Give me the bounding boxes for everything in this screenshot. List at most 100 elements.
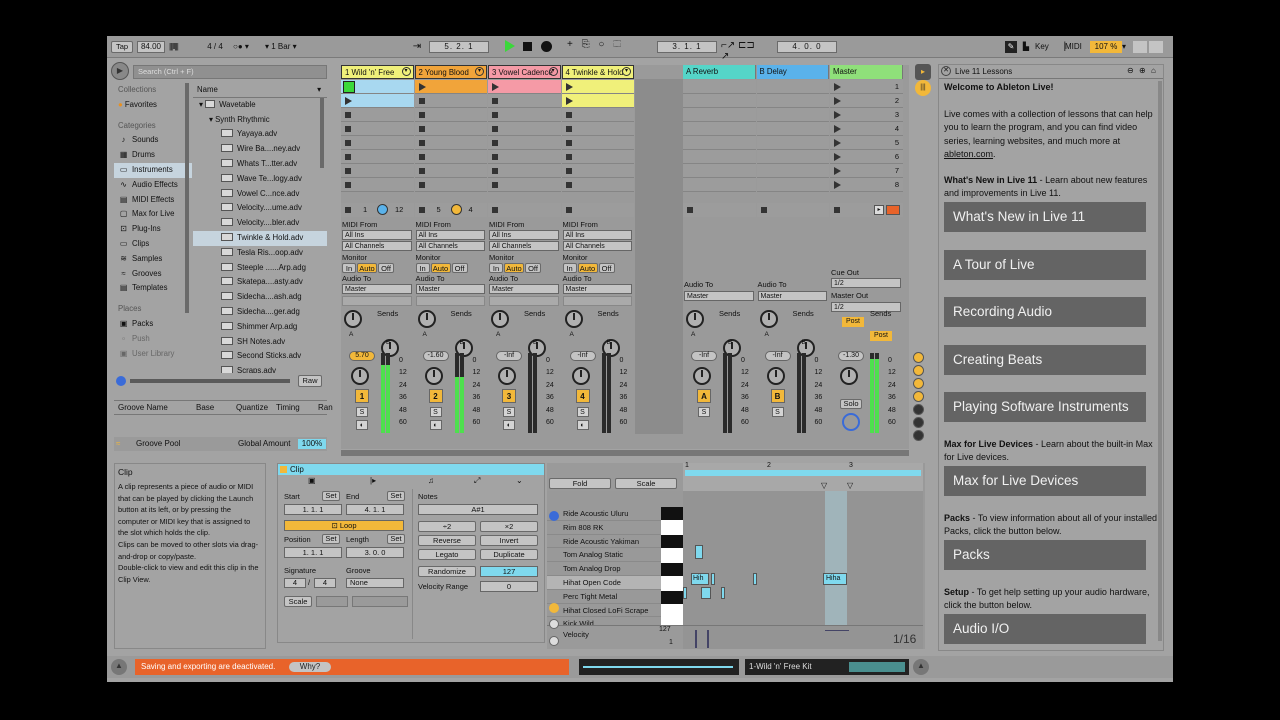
preview-icon[interactable]: [116, 376, 126, 386]
sidebar-item-max-for-live[interactable]: ▢ Max for Live: [114, 207, 192, 222]
track-header[interactable]: 1 Wild 'n' Free ▾: [341, 65, 414, 79]
scale-root-select[interactable]: [316, 596, 348, 607]
clip-tab-icon[interactable]: ▣: [308, 476, 316, 485]
clip-stop-icon[interactable]: [345, 112, 351, 118]
session-horizontal-scrollbar[interactable]: [341, 450, 909, 456]
note-grid[interactable]: Hih Hiha: [683, 491, 923, 625]
clip-slot[interactable]: [414, 108, 487, 122]
clip-stop-icon[interactable]: [565, 154, 572, 160]
file-item[interactable]: Vowel C...nce.adv: [193, 187, 327, 202]
send-a-knob[interactable]: [417, 310, 436, 328]
clip-launch-icon[interactable]: [345, 97, 352, 105]
clip-slot[interactable]: [488, 122, 561, 136]
sidebar-scrollbar[interactable]: [185, 83, 189, 313]
scene-launch-icon[interactable]: [834, 83, 841, 91]
clip-slot[interactable]: [756, 136, 829, 150]
file-item[interactable]: Shimmer Arp.adg: [193, 320, 327, 335]
lesson-button-packs[interactable]: Packs: [944, 540, 1146, 570]
stop-icon[interactable]: [523, 42, 532, 51]
file-item[interactable]: Scraps.adv: [193, 364, 327, 373]
midi-note[interactable]: Hiha: [823, 573, 847, 585]
clip-slot[interactable]: [414, 178, 487, 192]
record-arm-icon[interactable]: [886, 205, 900, 215]
groove-icon[interactable]: ≈: [116, 437, 120, 451]
clip-stop-icon[interactable]: [418, 140, 425, 146]
clip-stop-icon[interactable]: [565, 126, 572, 132]
volume-field[interactable]: -Inf: [569, 351, 596, 361]
track-activator[interactable]: 1: [355, 389, 369, 403]
clip-slot[interactable]: [683, 94, 756, 108]
clip-slot[interactable]: [488, 94, 561, 108]
randomize-amount-field[interactable]: 127: [480, 566, 538, 577]
sends-section-toggle-icon[interactable]: [913, 365, 924, 376]
loop-length-field[interactable]: 4. 0. 0: [777, 41, 837, 53]
file-item[interactable]: Velocity....bler.adv: [193, 216, 327, 231]
velocity-stem[interactable]: [695, 630, 697, 648]
close-icon[interactable]: ✕: [941, 66, 951, 76]
volume-field[interactable]: -1.60: [422, 351, 449, 361]
monitor-auto-button[interactable]: Auto: [577, 263, 598, 273]
lesson-prev-icon[interactable]: ⊖: [1127, 66, 1134, 75]
clip-stop-icon[interactable]: [492, 168, 498, 174]
clip-slot[interactable]: [683, 122, 756, 136]
clip-slot[interactable]: [756, 164, 829, 178]
halve-button[interactable]: ÷2: [418, 521, 476, 532]
midi-note[interactable]: Hih: [691, 573, 709, 585]
scale-button[interactable]: Scale: [284, 596, 312, 607]
clip-stop-icon[interactable]: [418, 154, 425, 160]
clip-slot[interactable]: [414, 150, 487, 164]
clip-slot[interactable]: [341, 178, 414, 192]
clip-slot[interactable]: [756, 122, 829, 136]
output-channel-select[interactable]: [489, 296, 559, 306]
lesson-button-audio-io[interactable]: Audio I/O: [944, 614, 1146, 644]
clip-stop-icon[interactable]: [565, 112, 572, 118]
post-b-button[interactable]: Post: [870, 331, 892, 341]
clip-launch-icon[interactable]: [565, 83, 573, 91]
track-header[interactable]: B Delay: [756, 65, 829, 79]
sidebar-item-instruments[interactable]: ▭ Instruments: [114, 162, 192, 178]
double-button[interactable]: ×2: [480, 521, 538, 532]
fold-button[interactable]: Fold: [549, 478, 611, 489]
draw-mode-icon[interactable]: ✎: [1005, 41, 1017, 53]
volume-field[interactable]: -Inf: [496, 351, 522, 361]
lesson-button-creating-beats[interactable]: Creating Beats: [944, 345, 1146, 375]
clip-stop-icon[interactable]: [418, 126, 425, 132]
sidebar-item-drums[interactable]: ▦ Drums: [114, 148, 192, 163]
send-a-knob[interactable]: [759, 310, 778, 328]
clip-slot[interactable]: 2: [830, 94, 903, 108]
monitor-in-button[interactable]: In: [489, 263, 503, 273]
time-signature[interactable]: 4 / 4: [201, 41, 229, 53]
file-item[interactable]: Whats T...tter.adv: [193, 157, 327, 172]
clip-slot[interactable]: [561, 164, 634, 178]
track-header[interactable]: 3 Vowel Cadence ▾: [488, 65, 561, 79]
clip-slot[interactable]: 1: [830, 80, 903, 94]
clip-color-icon[interactable]: [280, 466, 287, 473]
lesson-next-icon[interactable]: ⊕: [1139, 66, 1146, 75]
tempo-field[interactable]: 84.00: [137, 41, 165, 53]
clip-slot[interactable]: [341, 122, 414, 136]
monitor-auto-button[interactable]: Auto: [357, 263, 377, 273]
clip-stop-icon[interactable]: [345, 154, 351, 160]
solo-button[interactable]: S: [503, 407, 515, 417]
envelopes-tab-icon[interactable]: ⤢: [474, 476, 480, 486]
monitor-in-button[interactable]: In: [562, 263, 577, 273]
metronome-icon[interactable]: ○● ▾: [233, 41, 261, 53]
clip-slot[interactable]: [488, 80, 561, 94]
clip-stop-icon[interactable]: [418, 168, 425, 174]
browser-search-input[interactable]: Search (Ctrl + F): [133, 65, 327, 79]
clip-slot[interactable]: [414, 94, 487, 108]
midi-channel-select[interactable]: All Channels: [562, 241, 632, 251]
grid-indicator[interactable]: 1/16: [893, 632, 916, 646]
clip-slot[interactable]: [414, 122, 487, 136]
sidebar-item-packs[interactable]: ▣ Packs: [114, 317, 192, 332]
clip-stop-icon[interactable]: [492, 182, 498, 188]
invert-button[interactable]: Invert: [480, 535, 538, 546]
lesson-button-tour[interactable]: A Tour of Live: [944, 250, 1146, 280]
volume-field[interactable]: -Inf: [764, 351, 791, 361]
pan-knob[interactable]: [766, 367, 785, 385]
monitor-auto-button[interactable]: Auto: [430, 263, 451, 273]
clip-slot[interactable]: [683, 150, 756, 164]
clip-slot[interactable]: [683, 136, 756, 150]
clip-slot[interactable]: [561, 150, 634, 164]
set-position-button[interactable]: Set: [322, 534, 340, 544]
